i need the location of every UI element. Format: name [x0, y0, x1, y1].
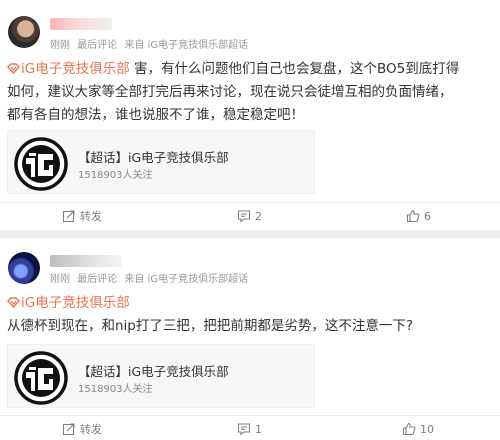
like-icon: [402, 422, 416, 436]
ig-logo-icon: [14, 137, 68, 191]
post-text: iG电子竞技俱乐部 从德杯到现在，和nip打了三把，把把前期都是劣势，这不注意一…: [7, 292, 497, 338]
topic-text[interactable]: iG电子竞技俱乐部: [21, 61, 130, 77]
last-comment-label: 最后评论: [77, 40, 118, 51]
super-topic-card[interactable]: 【超话】iG电子竞技俱乐部 1518903人关注: [7, 344, 315, 408]
topic-link[interactable]: iG电子竞技俱乐部: [7, 295, 130, 311]
last-comment-label: 最后评论: [77, 274, 118, 285]
topic-link[interactable]: iG电子竞技俱乐部: [7, 61, 134, 77]
divider: [0, 202, 500, 203]
post-time: 刚刚: [50, 40, 70, 51]
post-meta: 刚刚 最后评论 来自 iG电子竞技俱乐部超话: [50, 36, 252, 51]
comment-count: 1: [255, 422, 262, 436]
post-text-line1: 害，有什么问题他们自己也会复盘，这个BO5到底打得: [134, 61, 460, 77]
comment-count: 2: [255, 209, 262, 223]
username[interactable]: [50, 18, 112, 30]
comment-button[interactable]: 1: [237, 420, 262, 438]
post-source[interactable]: 来自 iG电子竞技俱乐部超话: [124, 274, 248, 285]
post-meta: 刚刚 最后评论 来自 iG电子竞技俱乐部超话: [50, 270, 252, 285]
card-title[interactable]: 【超话】iG电子竞技俱乐部: [78, 361, 229, 380]
super-topic-card[interactable]: 【超话】iG电子竞技俱乐部 1518903人关注: [7, 130, 315, 194]
repost-icon: [62, 210, 75, 223]
comment-button[interactable]: 2: [237, 207, 262, 225]
post-card: 刚刚 最后评论 来自 iG电子竞技俱乐部超话 iG电子竞技俱乐部 从德杯到现在，…: [0, 238, 500, 440]
like-button[interactable]: 10: [402, 420, 434, 438]
card-followers: 1518903人关注: [78, 170, 153, 181]
comment-icon: [237, 210, 251, 223]
post-text-line2: 如何，建议大家等全部打完后再来讨论，现在说只会徒增互相的负面情绪，: [7, 84, 453, 100]
post-text: iG电子竞技俱乐部 害，有什么问题他们自己也会复盘，这个BO5到底打得 如何，建…: [7, 58, 497, 127]
repost-label: 转发: [80, 210, 102, 223]
post-text-line1: 从德杯到现在，和nip打了三把，把把前期都是劣势，这不注意一下?: [7, 318, 414, 334]
like-icon: [406, 209, 420, 223]
like-button[interactable]: 6: [406, 207, 431, 225]
repost-button[interactable]: 转发: [62, 207, 102, 225]
post-time: 刚刚: [50, 274, 70, 285]
avatar[interactable]: [8, 252, 40, 284]
ig-logo-icon: [14, 351, 68, 405]
username[interactable]: [50, 255, 122, 267]
comment-icon: [237, 423, 251, 436]
post-card: 刚刚 最后评论 来自 iG电子竞技俱乐部超话 iG电子竞技俱乐部 害，有什么问题…: [0, 0, 500, 230]
avatar[interactable]: [8, 16, 40, 48]
like-count: 6: [424, 209, 431, 223]
super-topic-icon: [7, 63, 20, 74]
post-source[interactable]: 来自 iG电子竞技俱乐部超话: [124, 40, 248, 51]
card-followers: 1518903人关注: [78, 384, 153, 395]
repost-icon: [62, 423, 75, 436]
post-text-line3: 都有各自的想法，谁也说服不了谁，稳定稳定吧！: [7, 107, 304, 123]
topic-text[interactable]: iG电子竞技俱乐部: [21, 295, 130, 311]
card-title[interactable]: 【超话】iG电子竞技俱乐部: [78, 147, 229, 166]
repost-button[interactable]: 转发: [62, 420, 102, 438]
like-count: 10: [420, 422, 434, 436]
divider: [0, 415, 500, 416]
repost-label: 转发: [80, 423, 102, 436]
super-topic-icon: [7, 297, 20, 308]
